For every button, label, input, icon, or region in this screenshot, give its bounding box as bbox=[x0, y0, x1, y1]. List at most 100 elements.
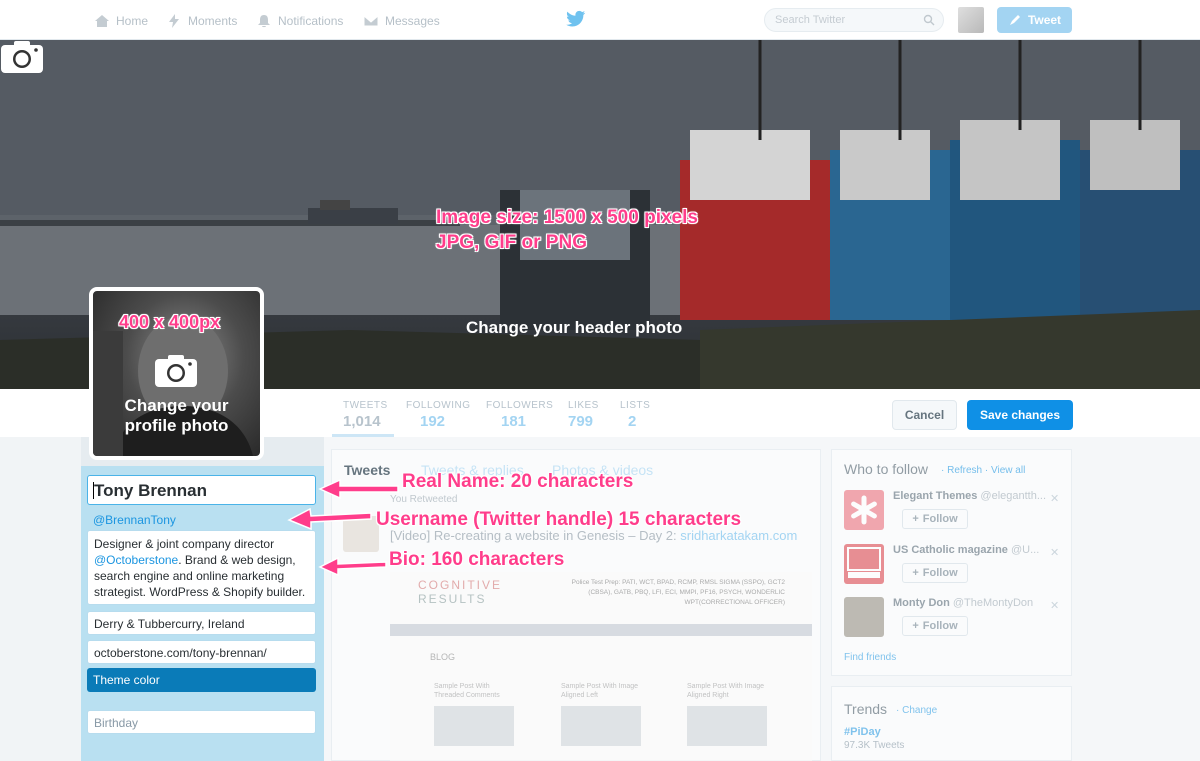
us-catholic-logo-icon bbox=[847, 547, 881, 578]
search-placeholder: Search Twitter bbox=[775, 14, 846, 26]
nav-messages[interactable]: Messages bbox=[363, 10, 440, 32]
trend-tweet-count: 97.3K Tweets bbox=[844, 740, 905, 751]
view-all-link[interactable]: · View all bbox=[985, 465, 1025, 476]
name-field[interactable]: Tony Brennan bbox=[87, 475, 316, 505]
twitter-logo-icon[interactable] bbox=[566, 10, 586, 28]
follow-button[interactable]: + Follow bbox=[902, 563, 968, 583]
stat-lists[interactable]: LISTS 2 bbox=[620, 400, 650, 430]
embed-brand-line2: RESULTS bbox=[418, 592, 487, 606]
trend-item[interactable]: #PiDay bbox=[844, 726, 881, 738]
trends-change-link[interactable]: · Change bbox=[896, 705, 937, 716]
dismiss-icon[interactable]: ✕ bbox=[1050, 546, 1059, 559]
suggestion-avatar[interactable] bbox=[844, 490, 884, 530]
embed-post-thumb bbox=[687, 706, 767, 746]
birthday-field[interactable]: Birthday bbox=[87, 710, 316, 734]
location-field[interactable]: Derry & Tubbercurry, Ireland bbox=[87, 611, 316, 635]
dismiss-icon[interactable]: ✕ bbox=[1050, 492, 1059, 505]
nav-messages-label: Messages bbox=[385, 14, 440, 28]
top-navigation: Home Moments Notifications Messages Sear… bbox=[0, 0, 1200, 40]
change-header-photo-label: Change your header photo bbox=[466, 318, 683, 337]
name-limit-annotation: Real Name: 20 characters bbox=[402, 471, 634, 492]
follow-button[interactable]: + Follow bbox=[902, 509, 968, 529]
annotation-arrow-icon bbox=[318, 557, 387, 577]
stat-tweets-label: TWEETS bbox=[343, 400, 388, 411]
nav-home[interactable]: Home bbox=[94, 10, 148, 32]
tab-tweets[interactable]: Tweets bbox=[344, 462, 390, 478]
stat-following-value: 192 bbox=[420, 413, 446, 430]
asterisk-icon bbox=[851, 495, 877, 525]
page-background-left bbox=[0, 437, 81, 761]
suggestion-item: Monty Don @TheMontyDon + Follow ✕ bbox=[844, 597, 1064, 639]
stat-active-underline bbox=[332, 434, 394, 437]
camera-icon[interactable] bbox=[153, 354, 199, 388]
suggestion-display-name: Elegant Themes bbox=[893, 490, 978, 502]
embed-post: Sample Post With Image Aligned Left bbox=[561, 682, 643, 746]
retweet-note: You Retweeted bbox=[390, 494, 458, 505]
suggestion-name[interactable]: US Catholic magazine @U... bbox=[893, 544, 1039, 556]
profile-size-annotation: 400 x 400px bbox=[119, 312, 221, 332]
annotation-arrow-icon bbox=[318, 478, 399, 500]
lightning-icon bbox=[169, 14, 179, 28]
tweet-embedded-image[interactable]: COGNITIVE RESULTS Police Test Prep: PATI… bbox=[390, 572, 812, 761]
find-friends-link[interactable]: Find friends bbox=[844, 652, 896, 663]
theme-color-button[interactable]: Theme color bbox=[87, 668, 316, 692]
search-icon[interactable] bbox=[923, 14, 935, 26]
suggestion-avatar[interactable] bbox=[844, 544, 884, 584]
embed-menu-bar bbox=[390, 624, 812, 636]
stat-followers-label: FOLLOWERS bbox=[486, 400, 554, 411]
suggestion-name[interactable]: Monty Don @TheMontyDon bbox=[893, 597, 1033, 609]
suggestion-display-name: Monty Don bbox=[893, 597, 950, 609]
account-avatar[interactable] bbox=[958, 7, 984, 33]
embed-post-thumb bbox=[561, 706, 641, 746]
stat-tweets-value: 1,014 bbox=[343, 413, 381, 430]
embed-police-text: Police Test Prep: PATI, WCT, BPAD, RCMP,… bbox=[571, 579, 785, 606]
dismiss-icon[interactable]: ✕ bbox=[1050, 599, 1059, 612]
header-format-annotation: JPG, GIF or PNG bbox=[436, 232, 587, 253]
bio-limit-annotation: Bio: 160 characters bbox=[389, 549, 565, 570]
suggestion-display-name: US Catholic magazine bbox=[893, 544, 1008, 556]
annotation-arrow-icon bbox=[287, 507, 372, 531]
stat-likes-label: LIKES bbox=[568, 400, 599, 411]
add-user-icon: + bbox=[912, 513, 919, 525]
add-user-icon: + bbox=[912, 567, 919, 579]
quill-icon bbox=[1009, 15, 1020, 25]
website-field[interactable]: octoberstone.com/tony-brennan/ bbox=[87, 640, 316, 664]
cancel-button[interactable]: Cancel bbox=[892, 400, 957, 430]
embed-post-title: Sample Post With Threaded Comments bbox=[434, 683, 500, 699]
tweet-button-label: Tweet bbox=[1027, 13, 1062, 27]
bio-mention-link[interactable]: @Octoberstone bbox=[94, 553, 178, 567]
home-icon bbox=[95, 15, 109, 27]
username-limit-annotation: Username (Twitter handle) 15 characters bbox=[376, 509, 742, 530]
stat-lists-value: 2 bbox=[628, 413, 637, 430]
change-profile-photo-line2: profile photo bbox=[124, 416, 229, 435]
stat-tweets[interactable]: TWEETS 1,014 bbox=[343, 400, 388, 430]
embed-post-thumb bbox=[434, 706, 514, 746]
save-changes-button[interactable]: Save changes bbox=[967, 400, 1073, 430]
compose-tweet-button[interactable]: Tweet bbox=[997, 7, 1072, 33]
nav-notifications[interactable]: Notifications bbox=[256, 10, 343, 32]
stat-following-label: FOLLOWING bbox=[406, 400, 471, 411]
suggestion-name[interactable]: Elegant Themes @elegantth... bbox=[893, 490, 1046, 502]
stat-likes-value: 799 bbox=[568, 413, 594, 430]
follow-button[interactable]: + Follow bbox=[902, 616, 968, 636]
suggestion-handle: @elegantth... bbox=[980, 490, 1047, 502]
suggestion-handle: @TheMontyDon bbox=[952, 597, 1034, 609]
header-size-annotation: Image size: 1500 x 500 pixels bbox=[436, 207, 698, 228]
camera-icon[interactable] bbox=[0, 40, 44, 74]
bio-field[interactable]: Designer & joint company director @Octob… bbox=[87, 530, 316, 605]
follow-button-label: Follow bbox=[922, 567, 958, 579]
follow-button-label: Follow bbox=[922, 513, 958, 525]
suggestion-item: US Catholic magazine @U... + Follow ✕ bbox=[844, 544, 1064, 586]
stat-likes[interactable]: LIKES 799 bbox=[568, 400, 599, 430]
nav-moments[interactable]: Moments bbox=[166, 10, 237, 32]
search-input[interactable]: Search Twitter bbox=[764, 8, 944, 32]
who-to-follow-title: Who to follow bbox=[844, 461, 929, 477]
embed-post-title: Sample Post With Image Aligned Left bbox=[561, 683, 639, 699]
bell-icon bbox=[258, 15, 270, 28]
who-to-follow-links: · Refresh · View all bbox=[941, 465, 1025, 476]
trends-title: Trends bbox=[844, 701, 888, 717]
suggestion-avatar[interactable] bbox=[844, 597, 884, 637]
stat-following[interactable]: FOLLOWING 192 bbox=[406, 400, 471, 430]
stat-followers[interactable]: FOLLOWERS 181 bbox=[486, 400, 553, 430]
refresh-link[interactable]: · Refresh bbox=[941, 465, 982, 476]
